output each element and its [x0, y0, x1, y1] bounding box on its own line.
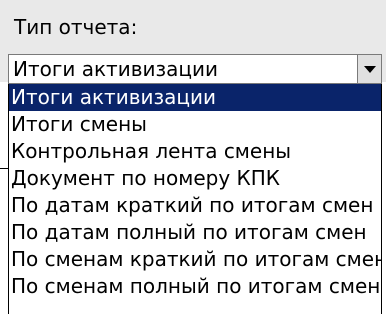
report-type-dropdown-list[interactable]: Итоги активизации Итоги смены Контрольна… [8, 84, 382, 314]
chevron-down-icon [364, 66, 376, 73]
list-item-dates-full[interactable]: По датам полный по итогам смен [9, 219, 381, 246]
dropdown-button[interactable] [357, 55, 381, 83]
list-item-dates-brief[interactable]: По датам краткий по итогам смен [9, 192, 381, 219]
divider [0, 168, 8, 169]
combobox-selected-value: Итоги активизации [13, 57, 218, 81]
report-type-combobox[interactable]: Итоги активизации [8, 54, 382, 84]
list-item-shifts-brief[interactable]: По сменам краткий по итогам смен [9, 246, 381, 273]
report-type-label: Тип отчета: [14, 15, 138, 39]
list-item-activation-totals[interactable]: Итоги активизации [9, 84, 381, 111]
list-item-shift-totals[interactable]: Итоги смены [9, 111, 381, 138]
report-type-panel: Тип отчета: Итоги активизации Итоги акти… [0, 0, 386, 314]
list-item-shifts-full[interactable]: По сменам полный по итогам смен [9, 273, 381, 300]
list-item-document-by-kpk[interactable]: Документ по номеру КПК [9, 165, 381, 192]
list-item-shift-control-tape[interactable]: Контрольная лента смены [9, 138, 381, 165]
